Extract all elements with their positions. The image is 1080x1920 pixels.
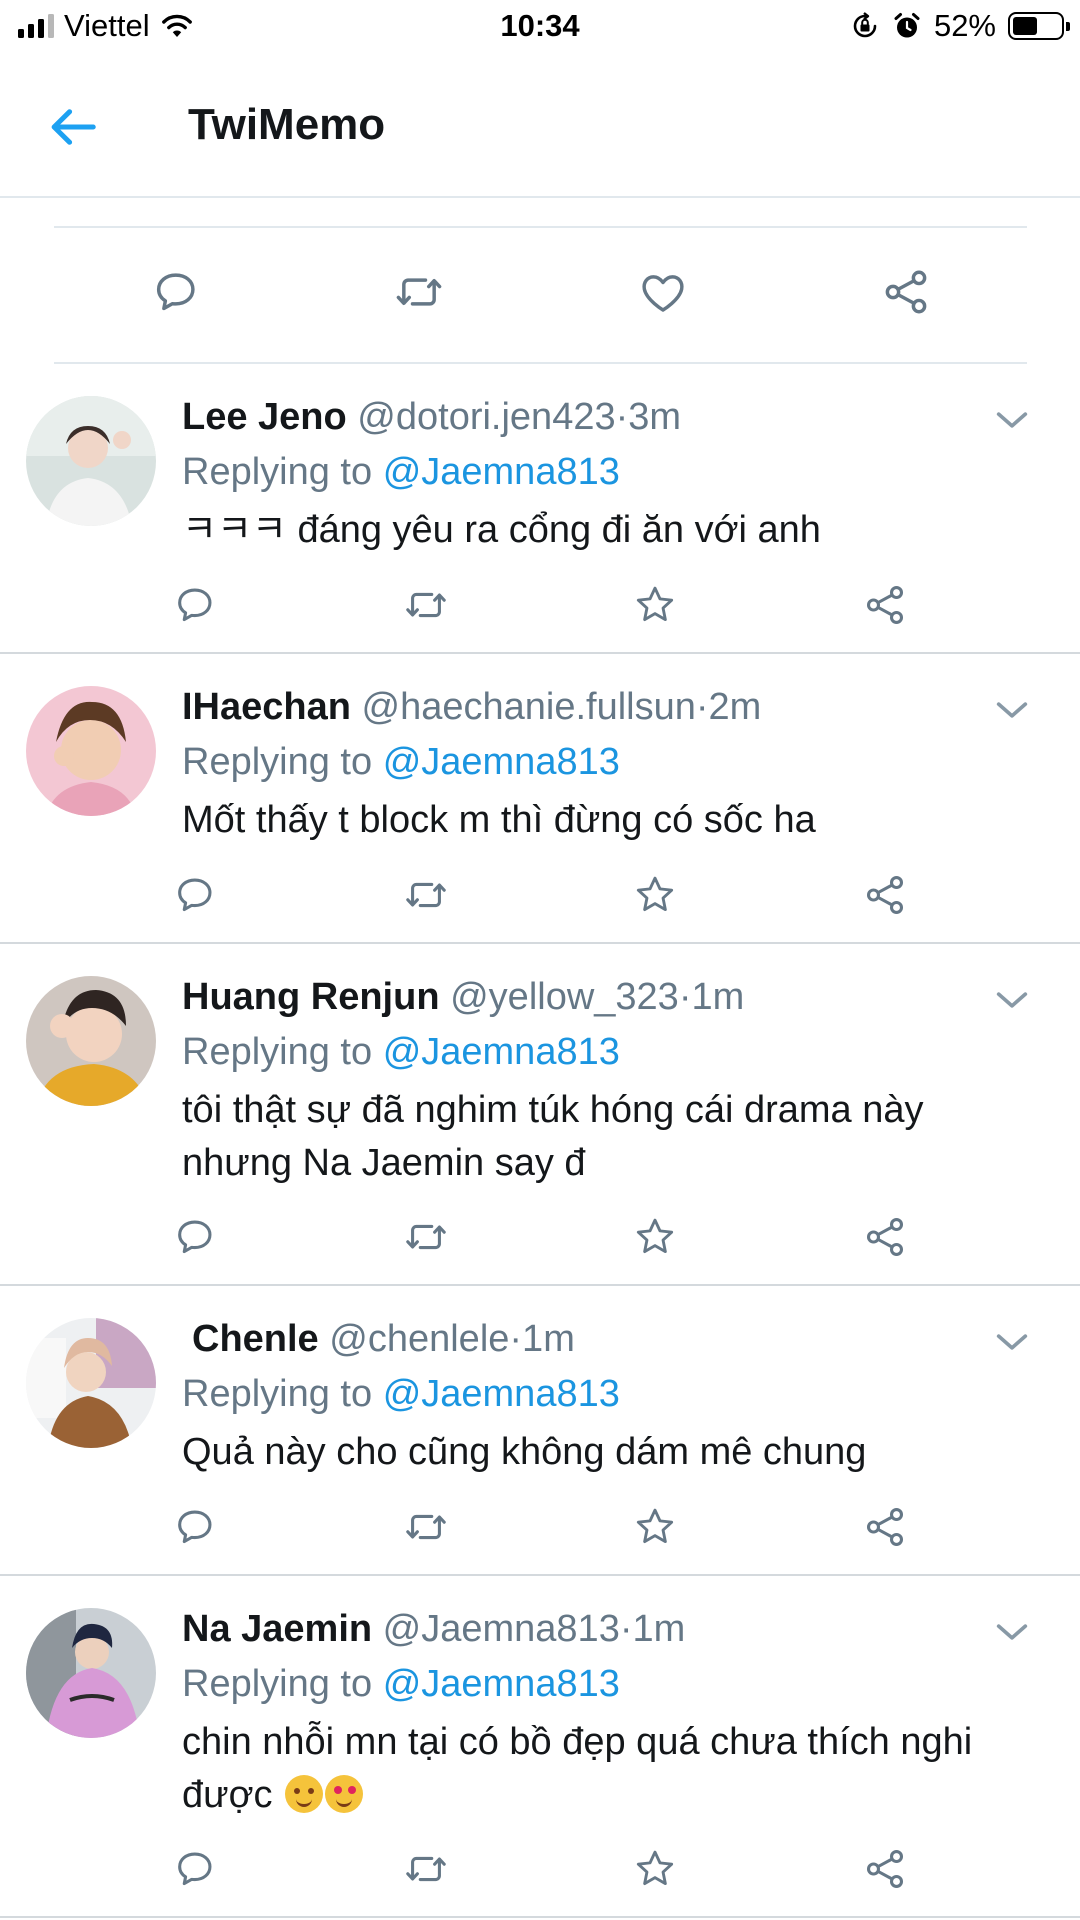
tweet-time: ·1m: [509, 1318, 575, 1360]
share-icon[interactable]: [862, 1214, 908, 1260]
retweet-icon[interactable]: [403, 582, 449, 628]
star-icon[interactable]: [632, 1504, 678, 1550]
reply-tweet[interactable]: Chenle @chenlele·1m Replying to @Jaemna8…: [0, 1286, 1080, 1576]
speech-bubble-icon[interactable]: [172, 1504, 218, 1550]
user-name[interactable]: Na Jaemin: [182, 1608, 372, 1650]
chevron-down-icon[interactable]: [992, 690, 1032, 730]
user-name[interactable]: Lee Jeno: [182, 396, 347, 438]
avatar[interactable]: [26, 1608, 156, 1738]
speech-bubble-icon[interactable]: [172, 582, 218, 628]
heart-icon[interactable]: [637, 266, 689, 318]
tweet-text: Quả này cho cũng không dám mê chung: [182, 1431, 867, 1473]
tweet-text: Mốt thấy t block m thì đừng có sốc ha: [182, 799, 816, 841]
alarm-icon: [894, 13, 920, 38]
reply-tweet[interactable]: IHaechan @haechanie.fullsun·2m Replying …: [0, 654, 1080, 944]
smiling-hearts-emoji: [285, 1775, 324, 1813]
retweet-icon[interactable]: [403, 872, 449, 918]
app-header: TwiMemo: [0, 70, 1080, 198]
speech-bubble-icon[interactable]: [150, 266, 202, 318]
tweet-header: Chenle @chenlele·1m: [192, 1318, 575, 1361]
user-name[interactable]: Huang Renjun: [182, 976, 440, 1018]
tweet-text: tôi thật sự đã nghim túk hóng cái drama …: [182, 1084, 1042, 1190]
star-icon[interactable]: [632, 582, 678, 628]
star-icon[interactable]: [632, 1846, 678, 1892]
tweet-header: IHaechan @haechanie.fullsun·2m: [182, 686, 761, 729]
tweet-time: ·3m: [615, 396, 682, 438]
user-handle[interactable]: @Jaemna813: [383, 1608, 620, 1650]
replying-to-label: Replying to: [182, 741, 373, 783]
share-icon[interactable]: [880, 266, 932, 318]
tweet-text-end: được: [182, 1774, 273, 1816]
avatar[interactable]: [26, 1318, 156, 1448]
speech-bubble-icon[interactable]: [172, 872, 218, 918]
heart-eyes-cat-emoji: [325, 1775, 364, 1813]
replying-to-user[interactable]: @Jaemna813: [383, 451, 620, 493]
speech-bubble-icon[interactable]: [172, 1846, 218, 1892]
battery-level: [1013, 17, 1037, 35]
chevron-down-icon[interactable]: [992, 1322, 1032, 1362]
user-handle[interactable]: @yellow_323: [450, 976, 679, 1018]
chevron-down-icon[interactable]: [992, 400, 1032, 440]
tweet-text-line: được: [182, 1769, 1042, 1822]
reply-tweet[interactable]: Lee Jeno @dotori.jen423·3m Replying to @…: [0, 364, 1080, 654]
user-name[interactable]: IHaechan: [182, 686, 351, 728]
tweet-text-line: tôi thật sự đã nghim túk hóng cái drama …: [182, 1089, 924, 1131]
chevron-down-icon[interactable]: [992, 1612, 1032, 1652]
speech-bubble-icon[interactable]: [172, 1214, 218, 1260]
page-title: TwiMemo: [188, 100, 386, 149]
battery-tip: [1066, 22, 1070, 31]
tweet-header: Huang Renjun @yellow_323·1m: [182, 976, 744, 1019]
replying-to-user[interactable]: @Jaemna813: [383, 1031, 620, 1073]
reply-tweet[interactable]: Huang Renjun @yellow_323·1m Replying to …: [0, 944, 1080, 1286]
star-icon[interactable]: [632, 1214, 678, 1260]
user-name[interactable]: Chenle: [192, 1318, 319, 1360]
share-icon[interactable]: [862, 582, 908, 628]
chevron-down-icon[interactable]: [992, 980, 1032, 1020]
replying-to-label: Replying to: [182, 451, 373, 493]
replying-to-user[interactable]: @Jaemna813: [383, 1373, 620, 1415]
replying-to: Replying to @Jaemna813: [182, 741, 620, 784]
tweet-time: ·1m: [678, 976, 745, 1018]
status-right: 52%: [850, 8, 1070, 44]
avatar[interactable]: [26, 396, 156, 526]
share-icon[interactable]: [862, 1504, 908, 1550]
replying-to-user[interactable]: @Jaemna813: [383, 741, 620, 783]
tweet-text: ㅋㅋㅋ đáng yêu ra cổng đi ăn với anh: [182, 509, 821, 551]
replying-to: Replying to @Jaemna813: [182, 1663, 620, 1706]
avatar[interactable]: [26, 976, 156, 1106]
share-icon[interactable]: [862, 872, 908, 918]
battery-percent: 52%: [933, 8, 996, 43]
replying-to-label: Replying to: [182, 1663, 373, 1705]
retweet-icon[interactable]: [403, 1214, 449, 1260]
replying-to-user[interactable]: @Jaemna813: [383, 1663, 620, 1705]
tweet-text-line: chin nhỗi mn tại có bồ đẹp quá chưa thíc…: [182, 1721, 973, 1763]
tweet-text: chin nhỗi mn tại có bồ đẹp quá chưa thíc…: [182, 1716, 1042, 1822]
user-handle[interactable]: @dotori.jen423: [357, 396, 615, 438]
retweet-icon[interactable]: [403, 1504, 449, 1550]
avatar[interactable]: [26, 686, 156, 816]
replying-to-label: Replying to: [182, 1373, 373, 1415]
replying-to: Replying to @Jaemna813: [182, 1031, 620, 1074]
parent-tweet-actions: [54, 226, 1027, 364]
battery-icon: [1008, 12, 1070, 40]
retweet-icon[interactable]: [403, 1846, 449, 1892]
tweet-time: ·2m: [695, 686, 762, 728]
share-icon[interactable]: [862, 1846, 908, 1892]
replying-to: Replying to @Jaemna813: [182, 451, 620, 494]
reply-tweet[interactable]: Na Jaemin @Jaemna813·1m Replying to @Jae…: [0, 1576, 1080, 1918]
tweet-time: ·1m: [619, 1608, 686, 1650]
tweet-header: Lee Jeno @dotori.jen423·3m: [182, 396, 681, 439]
arrow-left-icon[interactable]: [46, 100, 100, 154]
status-bar: Viettel 10:34 52%: [0, 0, 1080, 56]
retweet-icon[interactable]: [393, 266, 445, 318]
tweet-header: Na Jaemin @Jaemna813·1m: [182, 1608, 685, 1651]
user-handle[interactable]: @chenlele: [329, 1318, 509, 1360]
user-handle[interactable]: @haechanie.fullsun: [362, 686, 696, 728]
replying-to: Replying to @Jaemna813: [182, 1373, 620, 1416]
rotation-lock-icon: [853, 12, 877, 38]
tweet-text-line: nhưng Na Jaemin say đ: [182, 1142, 586, 1184]
star-icon[interactable]: [632, 872, 678, 918]
replying-to-label: Replying to: [182, 1031, 373, 1073]
